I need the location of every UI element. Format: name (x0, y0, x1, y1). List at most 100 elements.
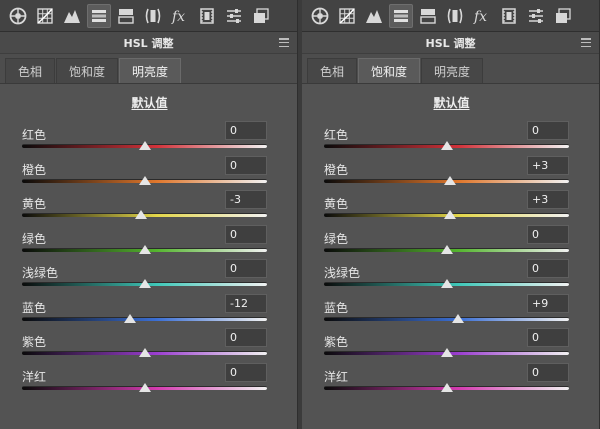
slider-label: 浅绿色 (324, 266, 361, 280)
panel-header: HSL 调整 (302, 32, 599, 54)
slider-label: 黄色 (22, 197, 47, 211)
slider-label: 黄色 (324, 197, 349, 211)
slider-value-field[interactable]: 0 (225, 155, 267, 175)
slider-row: 黄色 +3 (324, 189, 569, 224)
tab-saturation[interactable]: 饱和度 (358, 58, 421, 83)
slider-label: 浅绿色 (22, 266, 59, 280)
panel-menu-icon[interactable] (581, 38, 591, 47)
tab-luminance[interactable]: 明亮度 (421, 58, 484, 83)
basic-aperture-icon[interactable] (6, 4, 30, 28)
slider-thumb[interactable] (123, 313, 136, 323)
slider-thumb[interactable] (440, 244, 453, 254)
slider-value-field[interactable]: -3 (225, 190, 267, 209)
defaults-link[interactable]: 默认值 (32, 94, 267, 111)
slider-thumb[interactable] (138, 141, 151, 150)
panel-toolbar: fx (0, 0, 297, 32)
presets-sliders-icon[interactable] (222, 4, 246, 28)
hsl-tabs: 色相 饱和度 明亮度 (0, 54, 297, 84)
tab-hue[interactable]: 色相 (5, 58, 56, 83)
slider-row: 浅绿色 0 (22, 258, 267, 293)
slider-row: 紫色 0 (22, 327, 267, 362)
panel-title: HSL 调整 (425, 36, 476, 50)
snapshots-icon[interactable] (551, 4, 575, 28)
presets-sliders-icon[interactable] (524, 4, 548, 28)
slider-value-field[interactable]: 0 (225, 362, 267, 382)
slider-row: 橙色 0 (22, 155, 267, 190)
slider-value-field[interactable]: 0 (225, 328, 267, 347)
slider-thumb[interactable] (138, 348, 151, 357)
tab-luminance[interactable]: 明亮度 (119, 58, 182, 83)
hsl-icon[interactable] (389, 3, 413, 28)
hsl-panel-luminance: fx HSL 调整 色相 饱和度 明亮度 默认值 红色 0 橙色 0 黄色 -3 绿色 0 浅绿色 0… (0, 0, 298, 429)
slider-list: 默认值 红色 0 橙色 0 黄色 -3 绿色 0 浅绿色 0 蓝色 -12 紫色 0 洋红 0 (0, 94, 297, 396)
panel-menu-icon[interactable] (279, 38, 289, 47)
slider-thumb[interactable] (440, 348, 453, 357)
slider-track[interactable] (22, 316, 267, 321)
slider-value-field[interactable]: 0 (225, 224, 267, 244)
slider-row: 橙色 +3 (324, 155, 569, 190)
slider-list: 默认值 红色 0 橙色 +3 黄色 +3 绿色 0 浅绿色 0 蓝色 +9 紫色 0 洋红 0 (302, 94, 599, 396)
slider-row: 蓝色 +9 (324, 293, 569, 328)
slider-row: 蓝色 -12 (22, 293, 267, 328)
camera-calibration-icon[interactable] (195, 4, 219, 28)
slider-value-field[interactable]: +9 (527, 293, 569, 313)
slider-row: 红色 0 (324, 120, 569, 155)
svg-text:fx: fx (171, 9, 185, 25)
hsl-panel-saturation: fx HSL 调整 色相 饱和度 明亮度 默认值 红色 0 橙色 +3 黄色 +3 绿色 0 浅绿色… (302, 0, 600, 429)
hsl-icon[interactable] (87, 3, 111, 28)
slider-thumb[interactable] (444, 175, 457, 185)
lens-corrections-icon[interactable] (443, 4, 467, 28)
tone-curve-grid-icon[interactable] (335, 4, 359, 28)
panel-header: HSL 调整 (0, 32, 297, 54)
slider-row: 洋红 0 (324, 362, 569, 397)
tone-curve-grid-icon[interactable] (33, 4, 57, 28)
slider-value-field[interactable]: 0 (527, 328, 569, 347)
panel-toolbar: fx (302, 0, 599, 32)
slider-value-field[interactable]: 0 (225, 259, 267, 278)
slider-row: 紫色 0 (324, 327, 569, 362)
slider-label: 蓝色 (22, 300, 47, 315)
split-toning-icon[interactable] (416, 4, 440, 28)
slider-value-field[interactable]: 0 (527, 259, 569, 278)
slider-value-field[interactable]: 0 (527, 121, 569, 140)
split-toning-icon[interactable] (114, 4, 138, 28)
slider-thumb[interactable] (451, 313, 464, 323)
detail-mountain-icon[interactable] (362, 4, 386, 28)
slider-value-field[interactable]: 0 (225, 121, 267, 140)
tab-saturation[interactable]: 饱和度 (56, 58, 119, 83)
slider-thumb[interactable] (444, 210, 457, 219)
slider-row: 浅绿色 0 (324, 258, 569, 293)
fx-effects-icon[interactable]: fx (168, 4, 192, 28)
slider-label: 红色 (22, 128, 47, 142)
defaults-link[interactable]: 默认值 (334, 94, 569, 111)
tab-hue[interactable]: 色相 (307, 58, 358, 83)
detail-mountain-icon[interactable] (60, 4, 84, 28)
slider-track[interactable] (324, 316, 569, 321)
slider-thumb[interactable] (138, 175, 151, 185)
slider-thumb[interactable] (440, 279, 453, 288)
slider-row: 黄色 -3 (22, 189, 267, 224)
slider-row: 洋红 0 (22, 362, 267, 397)
lens-corrections-icon[interactable] (141, 4, 165, 28)
slider-thumb[interactable] (138, 279, 151, 288)
slider-label: 红色 (324, 128, 349, 142)
slider-label: 紫色 (22, 335, 47, 349)
slider-value-field[interactable]: 0 (527, 224, 569, 244)
slider-value-field[interactable]: +3 (527, 155, 569, 175)
slider-value-field[interactable]: 0 (527, 362, 569, 382)
slider-thumb[interactable] (138, 244, 151, 254)
slider-value-field[interactable]: +3 (527, 190, 569, 209)
basic-aperture-icon[interactable] (308, 4, 332, 28)
slider-thumb[interactable] (138, 382, 151, 392)
slider-row: 红色 0 (22, 120, 267, 155)
slider-thumb[interactable] (134, 210, 147, 219)
fx-effects-icon[interactable]: fx (470, 4, 494, 28)
slider-thumb[interactable] (440, 141, 453, 150)
slider-label: 洋红 (22, 369, 47, 384)
slider-label: 蓝色 (324, 300, 349, 315)
snapshots-icon[interactable] (249, 4, 273, 28)
slider-label: 紫色 (324, 335, 349, 349)
slider-value-field[interactable]: -12 (225, 293, 267, 313)
camera-calibration-icon[interactable] (497, 4, 521, 28)
slider-thumb[interactable] (440, 382, 453, 392)
